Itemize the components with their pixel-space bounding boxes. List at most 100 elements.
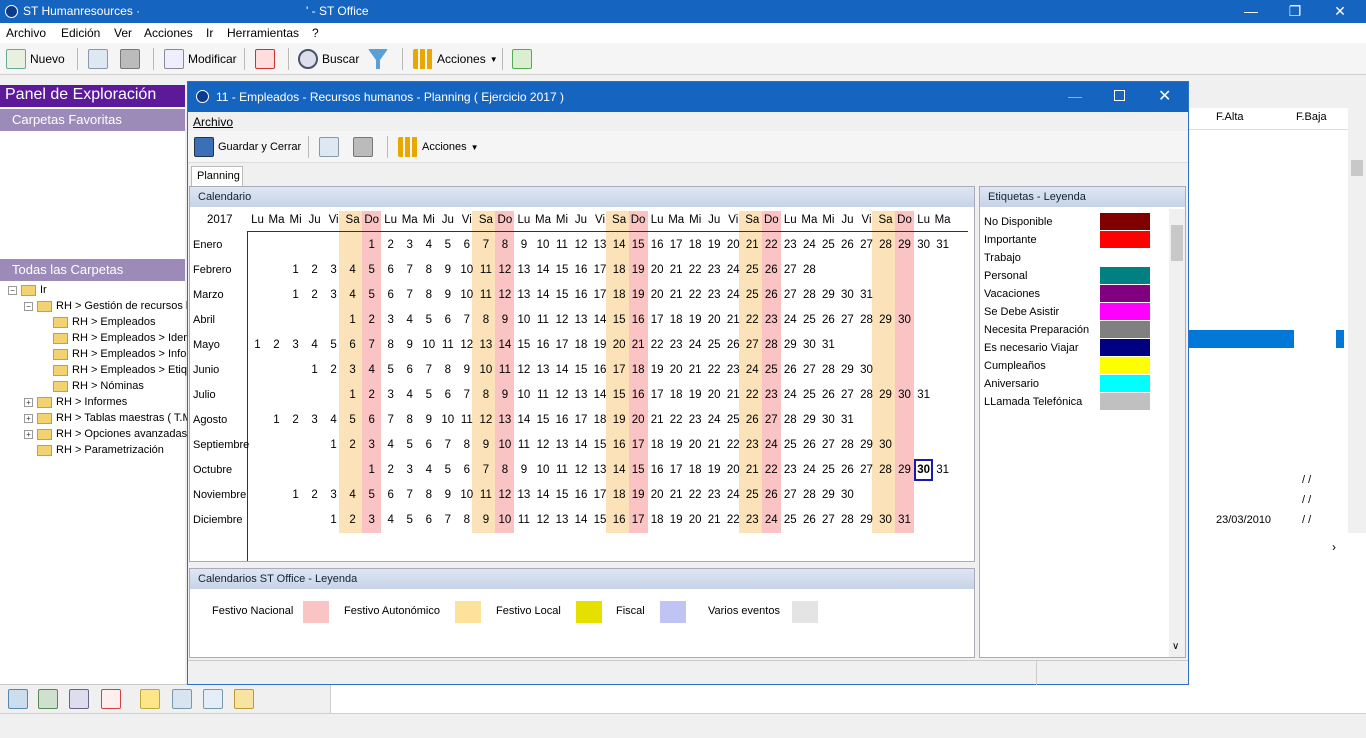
calendar-day[interactable]: 28	[838, 509, 857, 531]
calendar-day[interactable]: 19	[705, 234, 724, 256]
calendar-day[interactable]: 31	[933, 459, 952, 481]
calendar-day[interactable]: 13	[591, 459, 610, 481]
calendar-day[interactable]: 12	[495, 484, 514, 506]
calendar-day[interactable]: 15	[553, 284, 572, 306]
calendar-day[interactable]: 18	[686, 459, 705, 481]
tree-item[interactable]: RH > Parametrización	[37, 444, 164, 456]
calendar-day[interactable]: 15	[629, 459, 648, 481]
calendar-day[interactable]: 10	[534, 234, 553, 256]
calendar-day[interactable]: 1	[286, 484, 305, 506]
dialog-preview-button[interactable]	[319, 135, 339, 159]
calendar-day[interactable]: 15	[610, 309, 629, 331]
refresh-button[interactable]	[512, 47, 532, 71]
calendar-day[interactable]: 12	[572, 234, 591, 256]
calendar-day[interactable]: 8	[381, 334, 400, 356]
calendar-day[interactable]: 29	[800, 409, 819, 431]
calendar-day[interactable]: 29	[895, 234, 914, 256]
calendar-day[interactable]: 29	[819, 284, 838, 306]
calendar-day[interactable]: 18	[572, 334, 591, 356]
calendar-day[interactable]: 6	[419, 434, 438, 456]
calendar-day[interactable]: 4	[419, 234, 438, 256]
calendar-day[interactable]: 6	[457, 459, 476, 481]
calendar-day[interactable]: 17	[572, 409, 591, 431]
calendar-day[interactable]: 11	[457, 409, 476, 431]
calendar-day[interactable]: 30	[838, 284, 857, 306]
calendar-day[interactable]: 17	[667, 234, 686, 256]
calendar-day[interactable]: 23	[762, 309, 781, 331]
minimize-button[interactable]: —	[1228, 0, 1274, 23]
calendar-day[interactable]: 25	[705, 334, 724, 356]
calendar-day[interactable]: 4	[324, 409, 343, 431]
calendar-day[interactable]: 4	[343, 259, 362, 281]
calendar-day[interactable]: 4	[381, 434, 400, 456]
calendar-day[interactable]: 19	[629, 284, 648, 306]
calendar-day[interactable]: 11	[495, 359, 514, 381]
calendar-day[interactable]: 26	[724, 334, 743, 356]
calendar-day[interactable]: 9	[438, 259, 457, 281]
calendar-day[interactable]: 1	[286, 259, 305, 281]
calendar-day[interactable]: 2	[305, 259, 324, 281]
calendar-day[interactable]: 13	[534, 359, 553, 381]
calendar-day[interactable]: 2	[343, 434, 362, 456]
calendar-day[interactable]: 5	[419, 309, 438, 331]
calendar-day[interactable]: 9	[495, 309, 514, 331]
preview-button[interactable]	[88, 47, 108, 71]
calendar-day[interactable]: 10	[457, 284, 476, 306]
calendar-day[interactable]: 10	[514, 384, 533, 406]
selected-day[interactable]: 30	[914, 459, 934, 481]
dialog-menu-archivo[interactable]: Archivo	[193, 115, 233, 129]
calendar-day[interactable]: 10	[438, 409, 457, 431]
calendar-day[interactable]: 26	[800, 434, 819, 456]
calendar-day[interactable]: 21	[629, 334, 648, 356]
calendar-day[interactable]: 12	[572, 459, 591, 481]
label-name[interactable]: Trabajo	[984, 249, 1021, 267]
acciones-button[interactable]: Acciones ▼	[413, 47, 498, 71]
close-button[interactable]: ✕	[1317, 0, 1363, 23]
label-name[interactable]: Aniversario	[984, 375, 1039, 393]
calendar-day[interactable]: 5	[362, 484, 381, 506]
calendar-day[interactable]: 10	[457, 259, 476, 281]
calendar-day[interactable]: 9	[419, 409, 438, 431]
calendar-day[interactable]: 18	[610, 484, 629, 506]
tree-item[interactable]: − RH > Gestión de recursos h	[24, 300, 192, 312]
calendar-day[interactable]: 5	[400, 434, 419, 456]
calendar-day[interactable]: 17	[591, 284, 610, 306]
buscar-button[interactable]: Buscar	[298, 47, 359, 71]
calendar-day[interactable]: 8	[400, 409, 419, 431]
tree-item[interactable]: + RH > Tablas maestras ( T.M	[24, 412, 192, 424]
calendar-day[interactable]: 24	[724, 484, 743, 506]
calendar-day[interactable]: 2	[305, 284, 324, 306]
calendar-day[interactable]: 21	[705, 509, 724, 531]
folder-search-icon[interactable]	[234, 689, 254, 709]
calendar-day[interactable]: 24	[762, 434, 781, 456]
calendar-day[interactable]: 29	[819, 484, 838, 506]
calendar-day[interactable]: 21	[686, 359, 705, 381]
calendar-day[interactable]: 31	[895, 509, 914, 531]
calendar-day[interactable]: 20	[686, 434, 705, 456]
journal-icon[interactable]	[172, 689, 192, 709]
calendar-day[interactable]: 20	[724, 459, 743, 481]
calendar-day[interactable]: 23	[705, 284, 724, 306]
calendar-day[interactable]: 22	[686, 259, 705, 281]
calendar-day[interactable]: 24	[781, 309, 800, 331]
calendar-day[interactable]: 26	[800, 509, 819, 531]
calendar-day[interactable]: 14	[495, 334, 514, 356]
calendar-day[interactable]: 2	[343, 509, 362, 531]
calendar-day[interactable]: 13	[514, 284, 533, 306]
note-icon[interactable]	[140, 689, 160, 709]
calendar-day[interactable]: 9	[438, 484, 457, 506]
maximize-button[interactable]: ❐	[1272, 0, 1318, 23]
calendar-day[interactable]: 5	[343, 409, 362, 431]
calendar-day[interactable]: 3	[381, 384, 400, 406]
menu-acciones[interactable]: Acciones	[144, 26, 193, 40]
calendar-day[interactable]: 15	[629, 234, 648, 256]
calendar-day[interactable]: 23	[705, 484, 724, 506]
calendar-day[interactable]: 8	[419, 284, 438, 306]
calendar-day[interactable]: 29	[857, 509, 876, 531]
calendar-icon[interactable]	[8, 689, 28, 709]
calendar-day[interactable]: 15	[591, 509, 610, 531]
calendar-day[interactable]: 27	[857, 459, 876, 481]
calendar-day[interactable]: 24	[686, 334, 705, 356]
calendar-day[interactable]: 28	[876, 459, 895, 481]
calendar-day[interactable]: 25	[743, 284, 762, 306]
